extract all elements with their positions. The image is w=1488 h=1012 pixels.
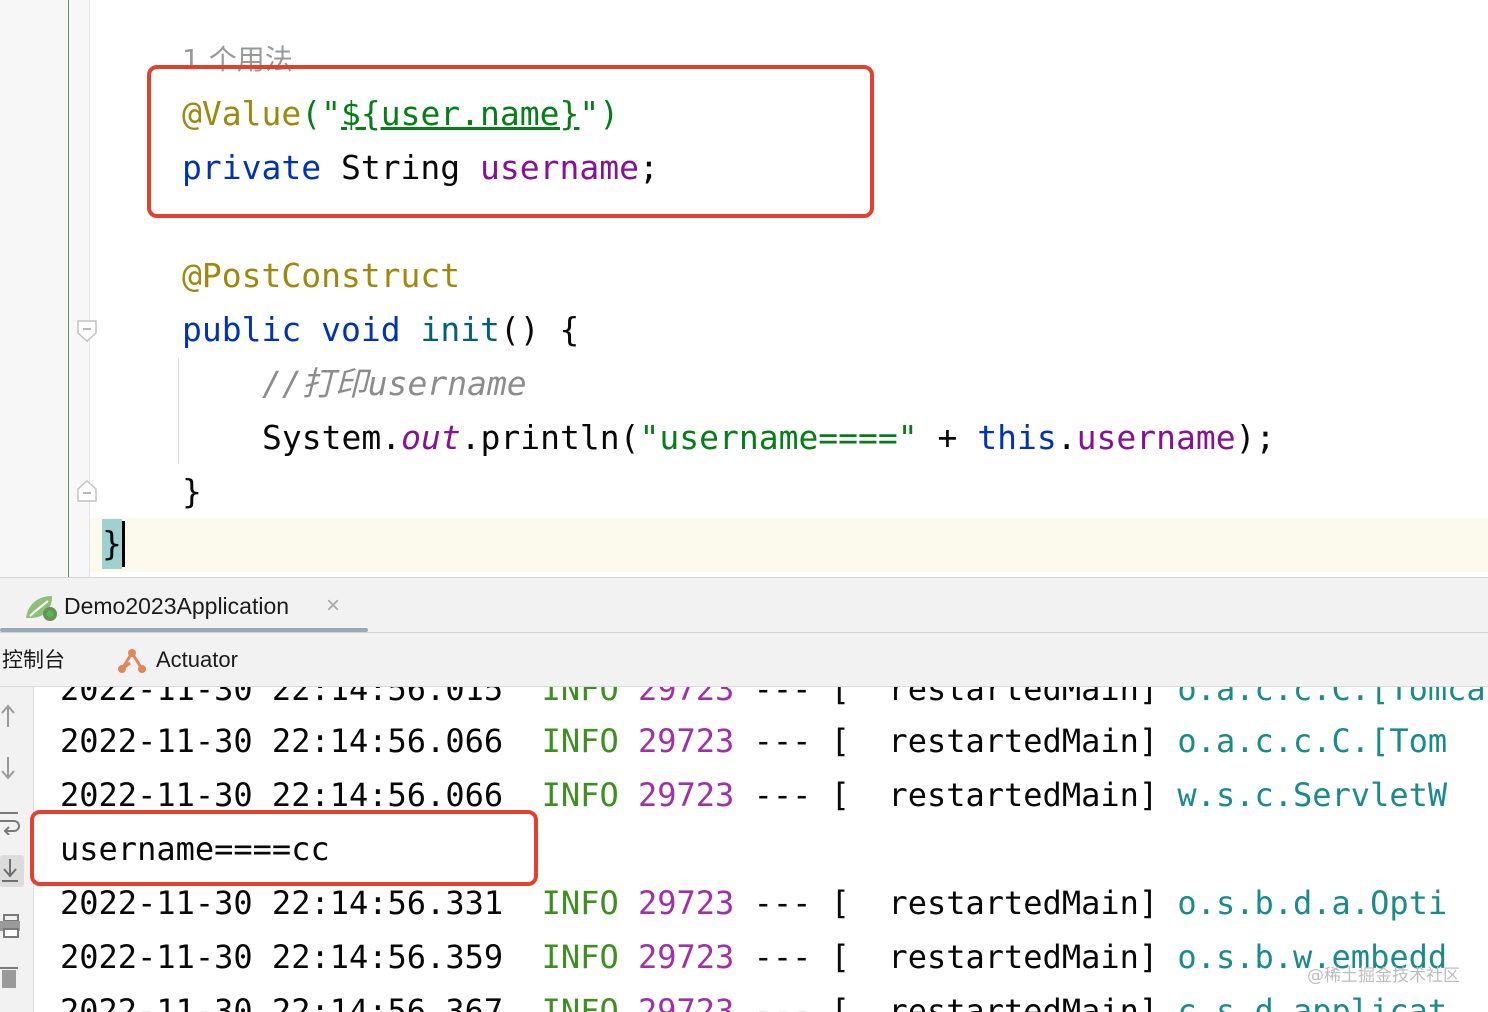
println-close: );	[1235, 418, 1276, 457]
log-line: 2022-11-30 22:14:56.331 INFO 29723 --- […	[60, 883, 1447, 923]
log-timestamp: 2022-11-30 22:14:56.015	[60, 687, 504, 708]
log-pid: 29723	[637, 938, 735, 976]
code-line-postconstruct: @PostConstruct	[182, 256, 460, 296]
log-timestamp: 2022-11-30 22:14:56.066	[60, 722, 504, 760]
log-thread: [ restartedMain]	[830, 776, 1159, 814]
text-caret	[122, 521, 125, 567]
log-logger[interactable]: o.s.b.d.a.Opti	[1177, 884, 1447, 922]
log-timestamp: 2022-11-30 22:14:56.066	[60, 776, 504, 814]
log-thread: [ restartedMain]	[830, 992, 1159, 1012]
plus-operator: +	[917, 418, 978, 457]
log-pid: 29723	[637, 884, 735, 922]
log-line: 2022-11-30 22:14:56.066 INFO 29723 --- […	[60, 721, 1447, 761]
print-icon[interactable]	[0, 911, 22, 941]
method-println[interactable]: .println(	[461, 418, 640, 457]
arrow-down-icon[interactable]	[0, 753, 22, 783]
log-separator: ---	[753, 722, 812, 760]
log-thread: [ restartedMain]	[830, 884, 1159, 922]
log-level: INFO	[541, 687, 619, 708]
keyword-public: public	[182, 310, 302, 349]
log-pid: 29723	[637, 776, 735, 814]
watermark: @稀土掘金技术社区	[1307, 966, 1460, 986]
code-line-init-signature: public void init() {	[182, 310, 579, 350]
class-close-brace: }	[102, 524, 122, 563]
log-separator: ---	[753, 938, 812, 976]
code-line-comment: //打印username	[262, 364, 527, 404]
output-highlight-box	[30, 810, 538, 886]
log-logger[interactable]: o.a.c.c.C.[Tomca	[1177, 687, 1485, 708]
class-system[interactable]: System.	[262, 418, 401, 457]
method-init[interactable]: init	[420, 310, 499, 349]
log-thread: [ restartedMain]	[830, 938, 1159, 976]
keyword-this: this	[977, 418, 1057, 457]
line-number-gutter[interactable]	[0, 0, 69, 577]
log-level: INFO	[541, 776, 619, 814]
member-dot: .	[1056, 418, 1077, 457]
log-separator: ---	[753, 992, 812, 1012]
actuator-tab-label: Actuator	[156, 647, 238, 672]
soft-wrap-icon[interactable]	[0, 805, 22, 835]
code-line-method-close: }	[182, 472, 202, 512]
comment-print-username: //打印username	[262, 364, 527, 403]
arrow-up-icon[interactable]	[0, 701, 22, 731]
fold-collapse-icon[interactable]	[76, 320, 98, 342]
field-username-ref[interactable]: username	[1077, 418, 1236, 457]
log-separator: ---	[753, 884, 812, 922]
log-logger[interactable]: w.s.c.ServletW	[1177, 776, 1447, 814]
annotation-postconstruct[interactable]: @PostConstruct	[182, 256, 460, 295]
log-logger[interactable]: c.s.d.applicat	[1177, 992, 1447, 1012]
code-line-class-close: }	[102, 524, 122, 564]
console-tab-bar: 控制台 Actuator	[0, 633, 1488, 687]
indent-guide	[178, 358, 179, 464]
log-level: INFO	[541, 992, 619, 1012]
keyword-void: void	[321, 310, 401, 349]
log-separator: ---	[753, 687, 812, 708]
log-pid: 29723	[637, 992, 735, 1012]
current-line-highlight	[0, 518, 1488, 572]
method-close-brace: }	[182, 472, 202, 511]
log-timestamp: 2022-11-30 22:14:56.367	[60, 992, 504, 1012]
static-field-out[interactable]: out	[401, 418, 461, 457]
close-icon[interactable]: ×	[326, 591, 340, 621]
log-thread: [ restartedMain]	[830, 722, 1159, 760]
run-tool-window-header: Demo2023Application ×	[0, 577, 1488, 633]
console-toolbar	[0, 687, 34, 1012]
init-params-brace: () {	[499, 310, 580, 349]
log-pid: 29723	[637, 722, 735, 760]
log-line: 2022-11-30 22:14:56.015 INFO 29723 --- […	[60, 687, 1486, 709]
log-line: 2022-11-30 22:14:56.359 INFO 29723 --- […	[60, 937, 1447, 977]
log-level: INFO	[541, 722, 619, 760]
log-line: 2022-11-30 22:14:56.367 INFO 29723 --- […	[60, 991, 1447, 1012]
spring-boot-run-icon	[26, 596, 57, 621]
console-panel: 2022-11-30 22:14:56.015 INFO 29723 --- […	[0, 687, 1488, 1012]
annotation-highlight-box	[147, 65, 874, 218]
log-separator: ---	[753, 776, 812, 814]
code-editor[interactable]: 1 个用法 @Value("${user.name}") private Str…	[0, 0, 1488, 577]
log-timestamp: 2022-11-30 22:14:56.331	[60, 884, 504, 922]
log-timestamp: 2022-11-30 22:14:56.359	[60, 938, 504, 976]
log-thread: [ restartedMain]	[830, 687, 1159, 708]
run-configuration-tab[interactable]: Demo2023Application ×	[0, 578, 368, 632]
log-level: INFO	[541, 884, 619, 922]
log-level: INFO	[541, 938, 619, 976]
log-logger[interactable]: o.a.c.c.C.[Tom	[1177, 722, 1447, 760]
active-tab-indicator	[0, 628, 368, 632]
code-line-println: System.out.println("username====" + this…	[262, 418, 1275, 458]
log-pid: 29723	[637, 687, 735, 708]
tab-console[interactable]: 控制台	[2, 645, 65, 675]
scroll-to-end-icon[interactable]	[0, 855, 24, 887]
fold-end-icon[interactable]	[76, 480, 98, 502]
log-line: 2022-11-30 22:14:56.066 INFO 29723 --- […	[60, 775, 1447, 815]
string-username-label: "username===="	[639, 418, 918, 457]
run-tab-label: Demo2023Application	[64, 593, 290, 619]
actuator-icon	[118, 649, 146, 673]
trash-icon[interactable]	[0, 961, 22, 991]
